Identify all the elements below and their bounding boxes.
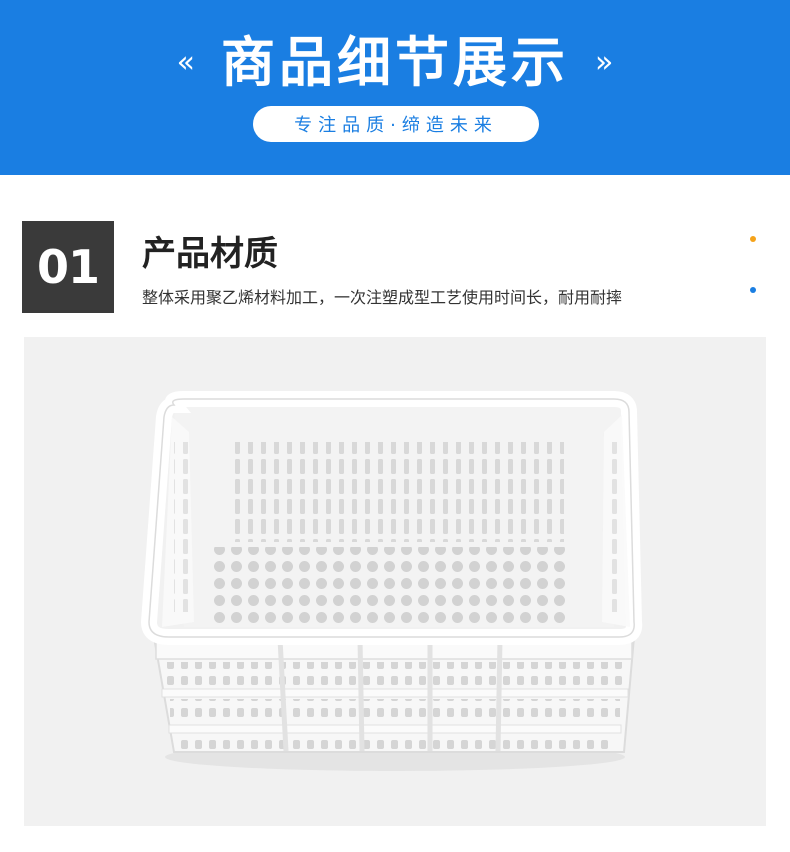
chevron-left-icon: «: [176, 45, 195, 80]
subtitle-pill: 专注品质·缔造未来: [253, 106, 539, 142]
product-photo: [24, 337, 766, 826]
orange-dot-icon: [750, 236, 756, 242]
section-title: 产品材质: [142, 234, 278, 274]
title-row: « 商品细节展示 »: [0, 28, 790, 98]
blue-dot-icon: [750, 287, 756, 293]
section-description: 整体采用聚乙烯材料加工，一次注塑成型工艺使用时间长，耐用耐摔: [142, 288, 623, 307]
section-number-box: 01: [22, 221, 114, 313]
page-title: 商品细节展示: [221, 31, 569, 94]
subtitle-text: 专注品质·缔造未来: [294, 115, 498, 136]
header-banner: « 商品细节展示 » 专注品质·缔造未来: [0, 0, 790, 175]
chevron-right-icon: »: [595, 45, 614, 80]
section-number: 01: [36, 240, 100, 294]
basket-icon: [140, 391, 643, 771]
